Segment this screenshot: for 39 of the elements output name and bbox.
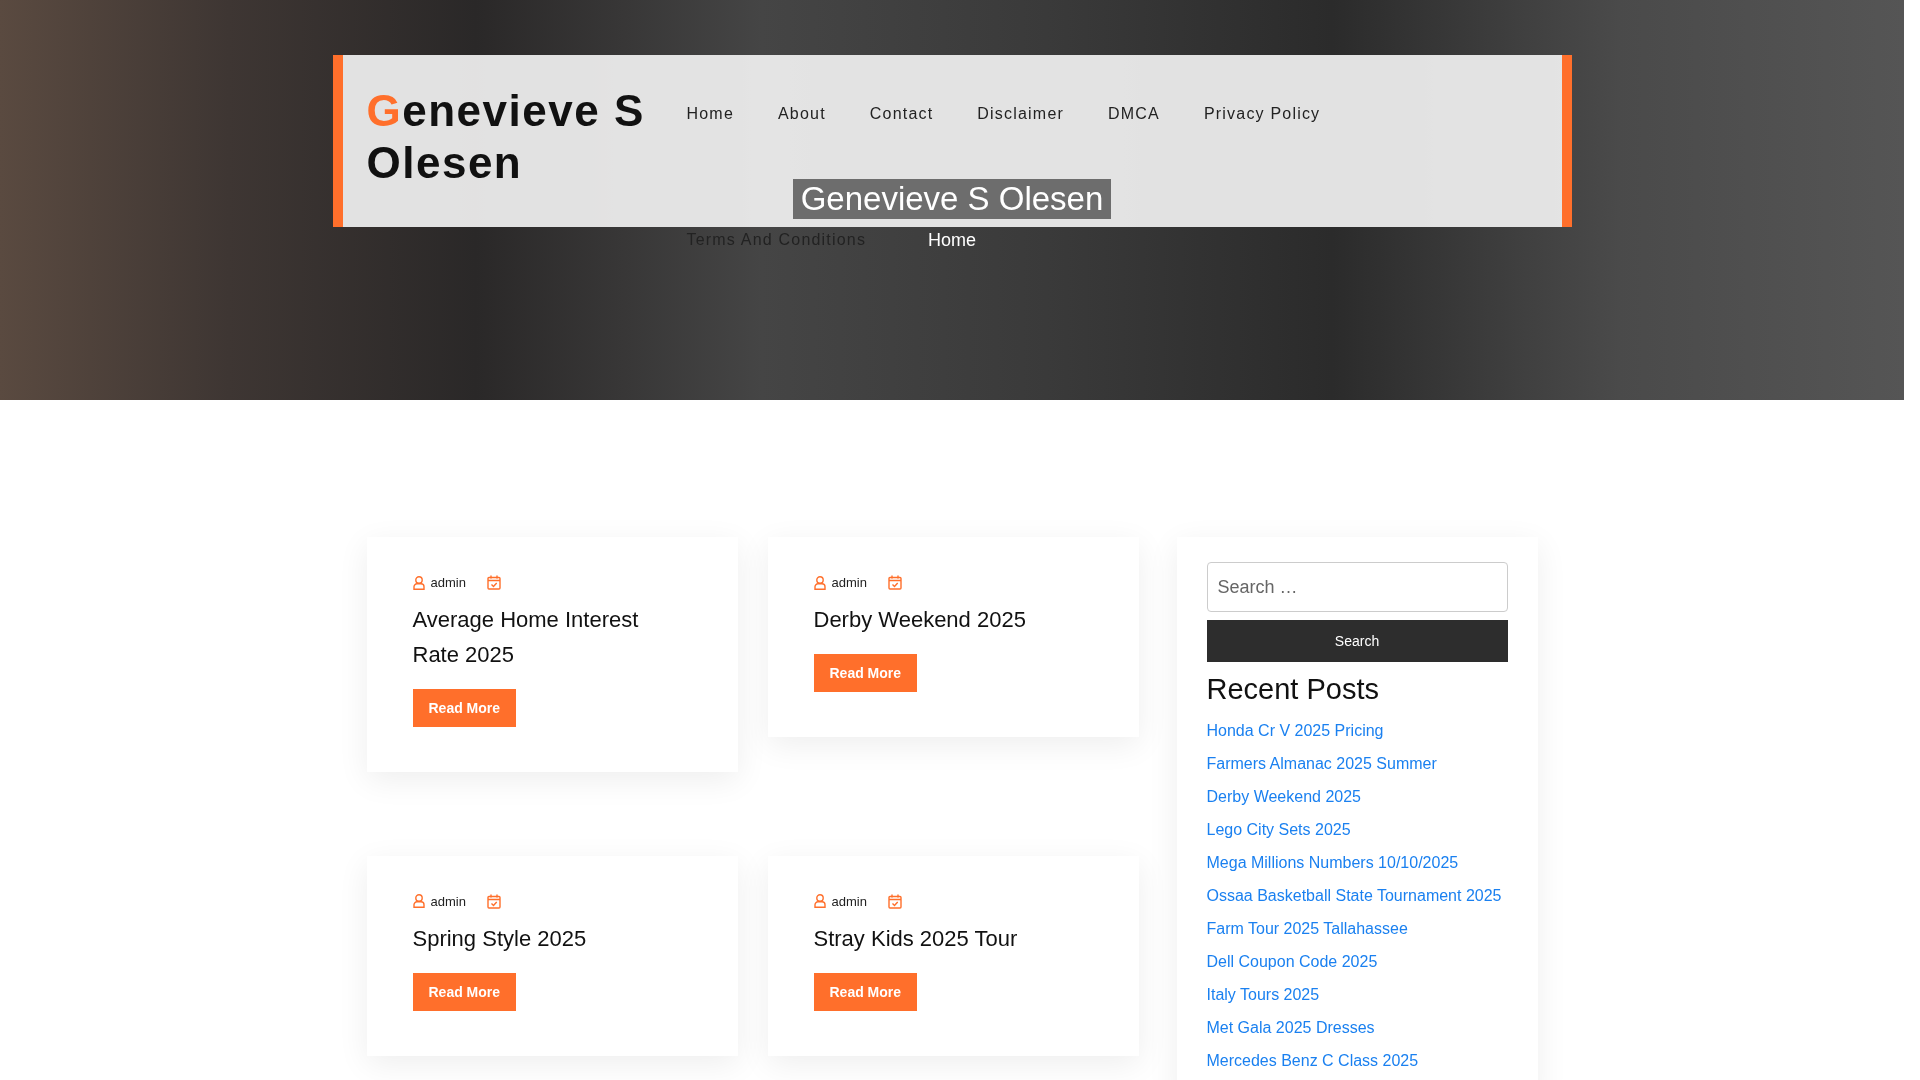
search-field[interactable]: Search … bbox=[1206, 562, 1508, 612]
user-icon bbox=[412, 894, 425, 908]
user-icon bbox=[813, 894, 826, 908]
recent-post-link[interactable]: Lego City Sets 2025 bbox=[1206, 821, 1351, 838]
nav-link[interactable]: Privacy Policy bbox=[1203, 105, 1321, 123]
nav-link[interactable]: Contact bbox=[869, 105, 934, 123]
recent-post-link[interactable]: Met Gala 2025 Dresses bbox=[1206, 1019, 1375, 1036]
recent-post-link[interactable]: Farmers Almanac 2025 Summer bbox=[1206, 755, 1437, 772]
nav-link[interactable]: Disclaimer bbox=[977, 105, 1064, 123]
post-title[interactable]: Spring Style 2025 bbox=[412, 920, 668, 956]
recent-post-link[interactable]: Dell Coupon Code 2025 bbox=[1206, 953, 1378, 970]
post-title[interactable]: Stray Kids 2025 Tour bbox=[813, 920, 1069, 956]
author-link[interactable]: admin bbox=[831, 893, 867, 909]
author-link[interactable]: admin bbox=[430, 893, 466, 909]
post-title[interactable]: Average Home Interest Rate 2025 bbox=[412, 602, 668, 672]
user-icon bbox=[412, 575, 425, 590]
site-logo[interactable]: Genevieve S Olesen bbox=[366, 85, 657, 227]
breadcrumb-link[interactable]: Home bbox=[928, 229, 976, 251]
recent-post-link[interactable]: Mercedes Benz C Class 2025 bbox=[1206, 1052, 1419, 1069]
user-icon bbox=[813, 575, 826, 590]
calendar-icon bbox=[887, 575, 902, 590]
nav-link[interactable]: About bbox=[778, 105, 826, 123]
calendar-icon bbox=[887, 893, 902, 909]
recent-post-link[interactable]: Italy Tours 2025 bbox=[1206, 986, 1320, 1003]
widget-heading: Recent Posts bbox=[1206, 672, 1380, 707]
recent-post-link[interactable]: Mega Millions Numbers 10/10/2025 bbox=[1206, 854, 1459, 871]
nav-link[interactable]: DMCA bbox=[1108, 105, 1160, 123]
recent-post-link[interactable]: Farm Tour 2025 Tallahassee bbox=[1206, 920, 1408, 937]
recent-post-link[interactable]: Honda Cr V 2025 Pricing bbox=[1206, 722, 1384, 739]
page-title: Genevieve S Olesen bbox=[792, 179, 1112, 219]
post-title[interactable]: Derby Weekend 2025 bbox=[813, 602, 1069, 637]
recent-post-link[interactable]: Derby Weekend 2025 bbox=[1206, 788, 1361, 805]
nav-link[interactable]: Home bbox=[686, 105, 734, 123]
search-button[interactable]: Search bbox=[1206, 620, 1508, 662]
author-link[interactable]: admin bbox=[831, 575, 867, 590]
calendar-icon bbox=[486, 893, 501, 909]
author-link[interactable]: admin bbox=[430, 575, 466, 590]
recent-post-link[interactable]: Ossaa Basketball State Tournament 2025 bbox=[1206, 887, 1502, 904]
calendar-icon bbox=[486, 575, 501, 590]
